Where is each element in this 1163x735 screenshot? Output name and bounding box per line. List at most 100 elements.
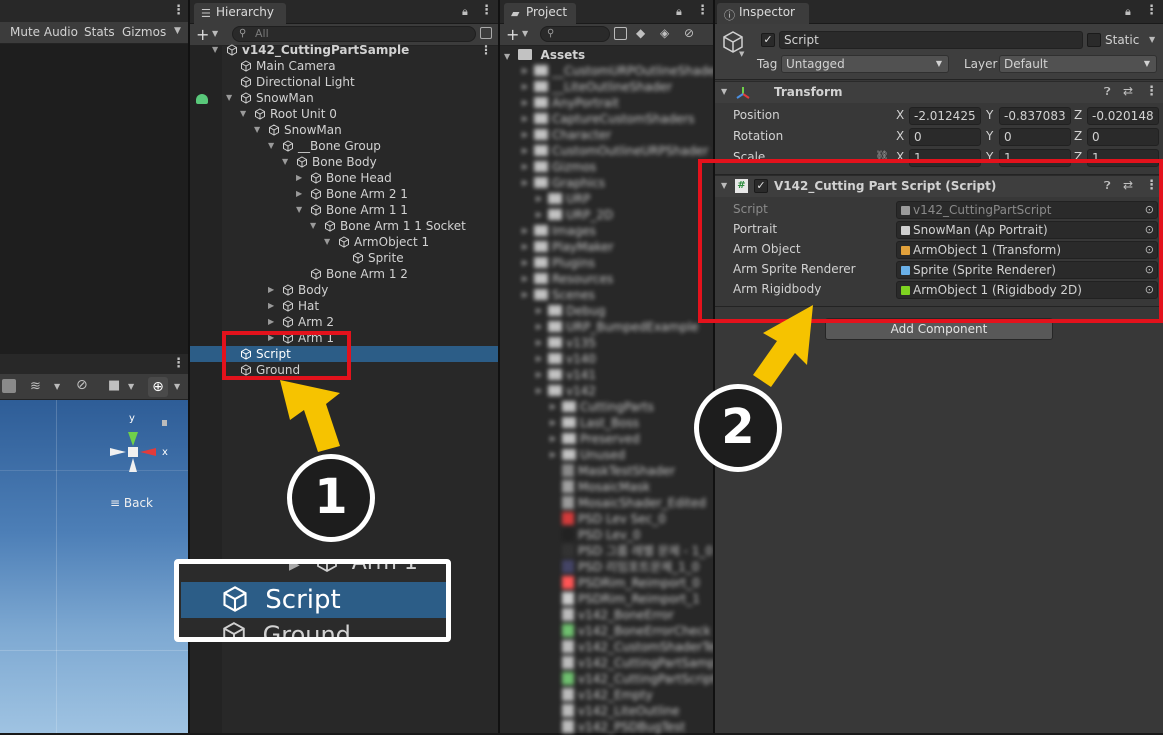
static-checkbox[interactable] (1087, 33, 1101, 47)
render-mode-icon[interactable] (2, 379, 16, 393)
expand-right-icon[interactable]: ▶ (522, 127, 528, 143)
hierarchy-item[interactable]: Main Camera (190, 58, 498, 74)
hierarchy-item[interactable]: ▼ ArmObject 1 (190, 234, 498, 250)
label-icon[interactable]: ◈ (660, 26, 669, 40)
gizmos-button[interactable]: Gizmos (122, 25, 166, 39)
project-folder-item[interactable]: ▶ __LiteOutlineShader (500, 79, 672, 95)
lock-icon[interactable]: 🔒︎ (462, 5, 468, 19)
create-dropdown-icon[interactable]: ▼ (522, 29, 528, 38)
project-asset-item[interactable]: MosaicMask (500, 479, 650, 495)
expand-right-icon[interactable]: ▶ (268, 314, 274, 330)
more-options-icon[interactable]: ⋮ (696, 3, 709, 18)
expand-right-icon[interactable]: ▶ (536, 319, 542, 335)
layer-dropdown[interactable]: Default ▼ (999, 55, 1157, 73)
position-z-field[interactable]: -0.020148 (1087, 107, 1159, 125)
foldout-arrow-icon[interactable]: ▼ (721, 87, 727, 96)
hierarchy-item[interactable]: ▶ Arm 2 (190, 314, 498, 330)
expand-right-icon[interactable]: ▶ (536, 367, 542, 383)
create-icon[interactable]: + (506, 25, 519, 44)
expand-right-icon[interactable]: ▶ (522, 159, 528, 175)
project-asset-item[interactable]: PSD 리임포트문제_1_0 (500, 559, 699, 575)
rotation-z-field[interactable]: 0 (1087, 128, 1159, 146)
project-folder-item[interactable]: ▶ Scenes (500, 287, 595, 303)
project-folder-item[interactable]: ▶ Character (500, 127, 611, 143)
hierarchy-item[interactable]: ▼ SnowMan (190, 122, 498, 138)
visibility-icon[interactable]: ⊘ (76, 377, 88, 393)
expand-right-icon[interactable]: ▶ (536, 207, 542, 223)
more-options-icon[interactable]: ⋮ (172, 356, 185, 371)
hierarchy-search-input[interactable]: ⚲ All (232, 26, 476, 42)
project-folder-item[interactable]: ▶ v142 (500, 383, 596, 399)
expand-right-icon[interactable]: ▶ (536, 191, 542, 207)
project-folder-item[interactable]: ▶ URP_BumpedExample (500, 319, 699, 335)
tab-project[interactable]: ▰ Project (504, 3, 576, 24)
hierarchy-item[interactable]: ▶ Body (190, 282, 498, 298)
project-folder-item[interactable]: ▶ URP (500, 191, 590, 207)
project-folder-item[interactable]: ▶ Last_Boss (500, 415, 639, 431)
expand-right-icon[interactable]: ▶ (296, 170, 302, 186)
expand-right-icon[interactable]: ▶ (536, 303, 542, 319)
project-asset-item[interactable]: v142_BoneErrorCheck (500, 623, 711, 639)
project-asset-item[interactable]: MaskTestShader (500, 463, 675, 479)
layers-icon[interactable]: ≋ (30, 379, 41, 394)
expand-right-icon[interactable]: ▶ (550, 431, 556, 447)
project-folder-item[interactable]: ▶ CuttingParts (500, 399, 654, 415)
stats-button[interactable]: Stats (84, 25, 115, 39)
expand-right-icon[interactable]: ▶ (522, 95, 528, 111)
hierarchy-item[interactable]: Bone Arm 1 2 (190, 266, 498, 282)
expand-right-icon[interactable]: ▶ (522, 79, 528, 95)
project-folder-item[interactable]: ▶ CustomOutlineURPShader (500, 143, 708, 159)
expand-right-icon[interactable]: ▶ (522, 239, 528, 255)
expand-right-icon[interactable]: ▶ (522, 271, 528, 287)
expand-right-icon[interactable]: ▶ (268, 298, 274, 314)
gizmos-dropdown-icon[interactable]: ▼ (174, 26, 181, 36)
orientation-gizmo[interactable] (100, 410, 180, 490)
object-name-input[interactable]: Script (779, 31, 1083, 49)
hierarchy-item[interactable]: ▼ Bone Body (190, 154, 498, 170)
project-folder-item[interactable]: ▶ AnyPortrait (500, 95, 619, 111)
expand-down-icon[interactable]: ▼ (226, 90, 232, 106)
expand-right-icon[interactable]: ▶ (522, 175, 528, 191)
expand-right-icon[interactable]: ▶ (522, 111, 528, 127)
static-dropdown-icon[interactable]: ▼ (1149, 35, 1155, 44)
gizmo-toggle-icon[interactable]: ⊕ (148, 377, 168, 397)
expand-right-icon[interactable]: ▶ (550, 415, 556, 431)
expand-right-icon[interactable]: ▶ (550, 447, 556, 463)
more-options-icon[interactable]: ⋮ (172, 3, 185, 18)
back-view-label[interactable]: ≡ Back (110, 496, 153, 510)
hierarchy-item[interactable]: ▼ SnowMan (190, 90, 498, 106)
gizmo-dropdown-icon[interactable]: ▼ (174, 382, 180, 391)
hierarchy-item[interactable]: ▶ Bone Head (190, 170, 498, 186)
project-folder-item[interactable]: ▶ Plugins (500, 255, 595, 271)
expand-down-icon[interactable]: ▼ (212, 42, 218, 58)
expand-right-icon[interactable]: ▶ (522, 255, 528, 271)
transform-header[interactable]: ▼ Transform ❓︎ ⇄ ⋮ (715, 81, 1163, 103)
expand-down-icon[interactable]: ▼ (324, 234, 330, 250)
project-folder-item[interactable]: ▶ __CustomURPOutlineShader (500, 63, 720, 79)
rotation-x-field[interactable]: 0 (909, 128, 981, 146)
hierarchy-item[interactable]: ▼ Bone Arm 1 1 Socket (190, 218, 498, 234)
tab-hierarchy[interactable]: ☰ Hierarchy (194, 3, 286, 24)
expand-right-icon[interactable]: ▶ (550, 399, 556, 415)
hierarchy-item[interactable]: ▼ Bone Arm 1 1 (190, 202, 498, 218)
more-options-icon[interactable]: ⋮ (1145, 3, 1158, 18)
expand-arrow-icon[interactable]: ▼ (504, 52, 510, 61)
presets-icon[interactable]: ⇄ (1123, 84, 1133, 98)
project-asset-item[interactable]: v142_Empty (500, 687, 653, 703)
project-folder-item[interactable]: ▶ Preserved (500, 431, 640, 447)
expand-right-icon[interactable]: ▶ (296, 186, 302, 202)
expand-down-icon[interactable]: ▼ (282, 154, 288, 170)
tab-inspector[interactable]: ⓘ Inspector (717, 3, 809, 24)
lock-icon[interactable]: 🔒︎ (1125, 5, 1131, 19)
project-folder-item[interactable]: ▶ CaptureCustomShaders (500, 111, 694, 127)
lock-icon[interactable]: 🔒︎ (676, 5, 682, 19)
project-folder-item[interactable]: ▶ Gizmos (500, 159, 596, 175)
scene-search-icon[interactable] (480, 27, 492, 39)
project-asset-item[interactable]: v142_CuttingPartScript (500, 671, 716, 687)
project-asset-item[interactable]: PSDRim_Reimport_1 (500, 591, 700, 607)
expand-down-icon[interactable]: ▼ (310, 218, 316, 234)
project-asset-item[interactable]: PSDRim_Reimport_0 (500, 575, 700, 591)
project-folder-item[interactable]: ▶ Resources (500, 271, 613, 287)
expand-right-icon[interactable]: ▶ (522, 143, 528, 159)
expand-right-icon[interactable]: ▶ (536, 383, 542, 399)
